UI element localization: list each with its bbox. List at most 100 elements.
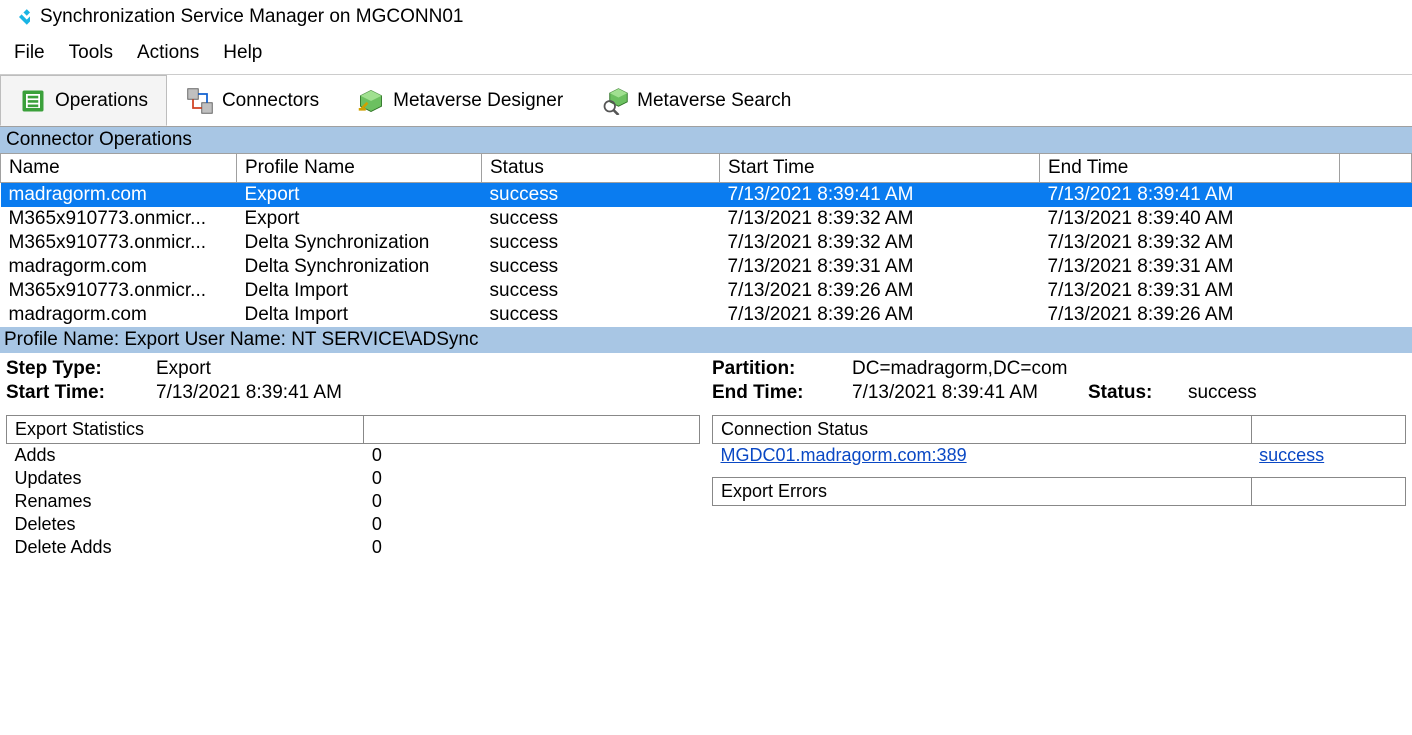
cell-name: M365x910773.onmicr... <box>1 207 237 231</box>
cell-start: 7/13/2021 8:39:26 AM <box>720 303 1040 327</box>
cell-status: success <box>482 279 720 303</box>
tab-connectors-label: Connectors <box>222 90 319 112</box>
title-bar: Synchronization Service Manager on MGCON… <box>0 0 1412 34</box>
cell-status: success <box>482 207 720 231</box>
cell-name: madragorm.com <box>1 183 237 208</box>
table-row[interactable]: madragorm.comDelta Importsuccess7/13/202… <box>1 303 1412 327</box>
export-errors-blank[interactable] <box>1252 478 1406 506</box>
col-end[interactable]: End Time <box>1040 154 1340 183</box>
window-title: Synchronization Service Manager on MGCON… <box>40 6 463 28</box>
stats-label: Delete Adds <box>7 536 364 559</box>
details-left: Step Type: Export Start Time: 7/13/2021 … <box>0 353 706 610</box>
cell-start: 7/13/2021 8:39:32 AM <box>720 207 1040 231</box>
details-panels: Step Type: Export Start Time: 7/13/2021 … <box>0 353 1412 610</box>
tab-operations-label: Operations <box>55 90 148 112</box>
connection-status-table: Connection Status MGDC01.madragorm.com:3… <box>712 415 1406 467</box>
connection-result-link[interactable]: success <box>1259 445 1324 465</box>
stats-row: Delete Adds0 <box>7 536 700 559</box>
tab-metaverse-designer[interactable]: Metaverse Designer <box>338 75 582 126</box>
export-statistics-table: Export Statistics Adds0Updates0Renames0D… <box>6 415 700 559</box>
cell-status: success <box>482 255 720 279</box>
cell-end: 7/13/2021 8:39:31 AM <box>1040 255 1340 279</box>
col-name[interactable]: Name <box>1 154 237 183</box>
status-value: success <box>1188 382 1257 404</box>
col-profile[interactable]: Profile Name <box>237 154 482 183</box>
app-icon <box>8 6 30 28</box>
cell-end: 7/13/2021 8:39:40 AM <box>1040 207 1340 231</box>
table-row[interactable]: M365x910773.onmicr...Delta Importsuccess… <box>1 279 1412 303</box>
stats-row: Deletes0 <box>7 513 700 536</box>
connection-status-header[interactable]: Connection Status <box>713 416 1252 444</box>
export-statistics-header[interactable]: Export Statistics <box>7 416 364 444</box>
start-time-value: 7/13/2021 8:39:41 AM <box>156 382 342 404</box>
tab-connectors[interactable]: Connectors <box>167 75 338 126</box>
cell-end: 7/13/2021 8:39:26 AM <box>1040 303 1340 327</box>
cell-status: success <box>482 231 720 255</box>
connector-operations-header: Connector Operations <box>0 127 1412 153</box>
detail-info-bar: Profile Name: Export User Name: NT SERVI… <box>0 327 1412 353</box>
tab-metaverse-search-label: Metaverse Search <box>637 90 791 112</box>
cell-start: 7/13/2021 8:39:32 AM <box>720 231 1040 255</box>
menu-tools[interactable]: Tools <box>69 42 113 64</box>
connectors-icon <box>186 87 214 115</box>
stats-label: Adds <box>7 444 364 468</box>
stats-label: Updates <box>7 467 364 490</box>
stats-row: Updates0 <box>7 467 700 490</box>
connection-row[interactable]: MGDC01.madragorm.com:389 success <box>713 444 1406 468</box>
cell-end: 7/13/2021 8:39:41 AM <box>1040 183 1340 208</box>
menu-bar: File Tools Actions Help <box>0 34 1412 75</box>
cell-start: 7/13/2021 8:39:26 AM <box>720 279 1040 303</box>
end-time-label: End Time: <box>712 382 832 404</box>
operations-table[interactable]: Name Profile Name Status Start Time End … <box>0 153 1412 327</box>
partition-label: Partition: <box>712 358 832 380</box>
partition-value: DC=madragorm,DC=com <box>852 358 1067 380</box>
metaverse-search-icon <box>601 87 629 115</box>
cell-start: 7/13/2021 8:39:41 AM <box>720 183 1040 208</box>
cell-status: success <box>482 303 720 327</box>
cell-name: M365x910773.onmicr... <box>1 279 237 303</box>
tab-metaverse-designer-label: Metaverse Designer <box>393 90 563 112</box>
tab-operations[interactable]: Operations <box>0 75 167 126</box>
menu-actions[interactable]: Actions <box>137 42 199 64</box>
table-row[interactable]: M365x910773.onmicr...Delta Synchronizati… <box>1 231 1412 255</box>
stats-row: Renames0 <box>7 490 700 513</box>
connection-status-blank[interactable] <box>1251 416 1405 444</box>
metaverse-designer-icon <box>357 87 385 115</box>
cell-profile: Delta Synchronization <box>237 231 482 255</box>
cell-profile: Export <box>237 183 482 208</box>
cell-status: success <box>482 183 720 208</box>
stats-value: 0 <box>364 467 700 490</box>
stats-value: 0 <box>364 536 700 559</box>
stats-label: Renames <box>7 490 364 513</box>
table-row[interactable]: madragorm.comExportsuccess7/13/2021 8:39… <box>1 183 1412 208</box>
cell-name: madragorm.com <box>1 303 237 327</box>
table-row[interactable]: M365x910773.onmicr...Exportsuccess7/13/2… <box>1 207 1412 231</box>
step-type-value: Export <box>156 358 211 380</box>
menu-help[interactable]: Help <box>223 42 262 64</box>
cell-name: M365x910773.onmicr... <box>1 231 237 255</box>
col-spacer[interactable] <box>1340 154 1412 183</box>
cell-end: 7/13/2021 8:39:31 AM <box>1040 279 1340 303</box>
menu-file[interactable]: File <box>14 42 45 64</box>
col-status[interactable]: Status <box>482 154 720 183</box>
stats-value: 0 <box>364 444 700 468</box>
stats-value: 0 <box>364 513 700 536</box>
start-time-label: Start Time: <box>6 382 136 404</box>
stats-row: Adds0 <box>7 444 700 468</box>
connection-host-link[interactable]: MGDC01.madragorm.com:389 <box>721 445 967 465</box>
tab-metaverse-search[interactable]: Metaverse Search <box>582 75 810 126</box>
cell-profile: Delta Import <box>237 303 482 327</box>
step-type-label: Step Type: <box>6 358 136 380</box>
table-row[interactable]: madragorm.comDelta Synchronizationsucces… <box>1 255 1412 279</box>
operations-icon <box>19 87 47 115</box>
cell-name: madragorm.com <box>1 255 237 279</box>
export-errors-table: Export Errors <box>712 477 1406 606</box>
cell-end: 7/13/2021 8:39:32 AM <box>1040 231 1340 255</box>
cell-profile: Delta Import <box>237 279 482 303</box>
details-right: Partition: DC=madragorm,DC=com End Time:… <box>706 353 1412 610</box>
export-statistics-blank[interactable] <box>364 416 700 444</box>
export-errors-header[interactable]: Export Errors <box>713 478 1252 506</box>
col-start[interactable]: Start Time <box>720 154 1040 183</box>
cell-profile: Delta Synchronization <box>237 255 482 279</box>
toolbar: Operations Connectors Metaverse Designer… <box>0 75 1412 127</box>
